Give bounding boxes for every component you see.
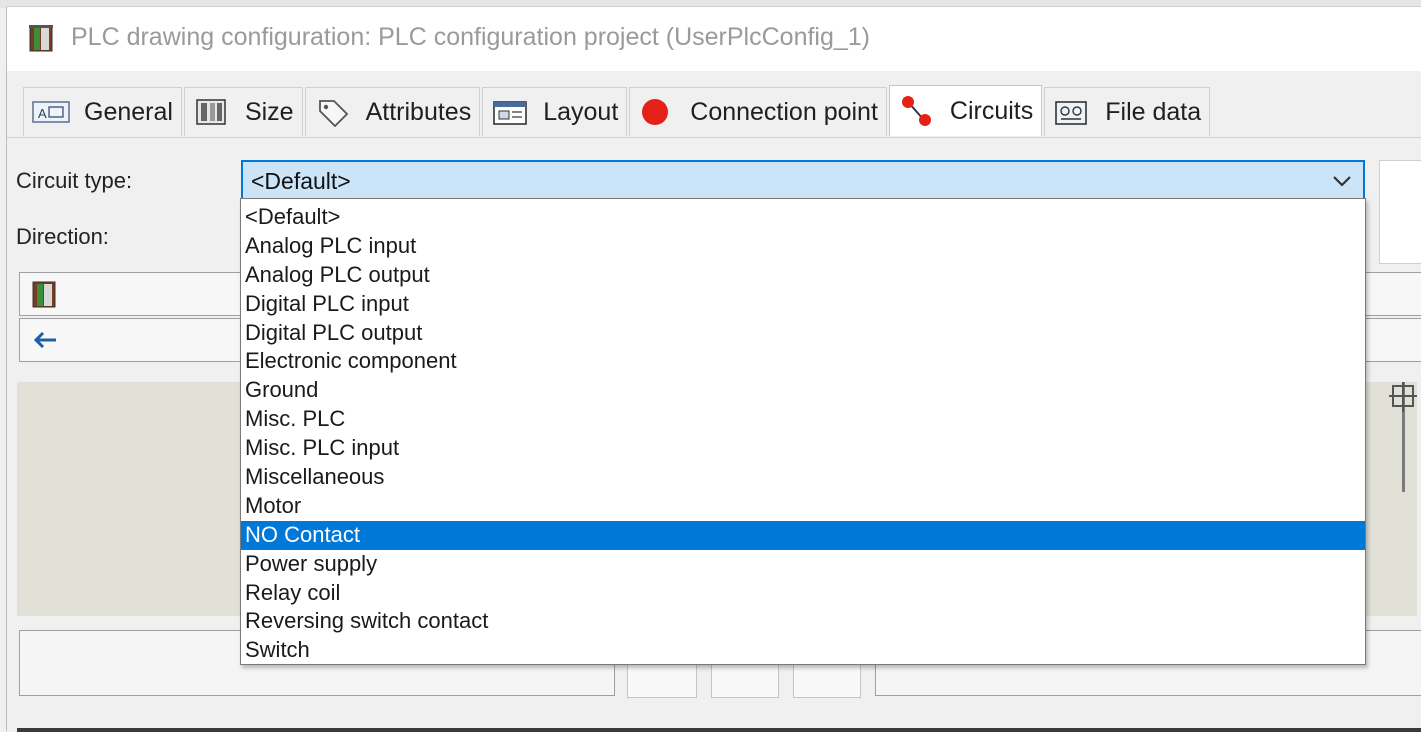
part-selector-end: [1365, 272, 1421, 316]
layout-icon: [491, 97, 529, 127]
title-bar: PLC drawing configuration: PLC configura…: [7, 7, 1421, 71]
tab-label: General: [84, 97, 173, 126]
tab-label: Layout: [543, 97, 619, 126]
dropdown-option[interactable]: Ground: [241, 376, 1365, 405]
side-preview-box: [1379, 160, 1421, 264]
size-icon: [193, 97, 231, 127]
tab-strip: A General Size Attributes Layout Connect…: [23, 85, 1212, 137]
tab-label: Attributes: [365, 97, 472, 126]
chevron-down-icon[interactable]: [1331, 172, 1353, 190]
circuit-type-dropdown-list[interactable]: <Default> Analog PLC input Analog PLC outp…: [240, 198, 1366, 665]
svg-text:A: A: [38, 106, 47, 121]
dropdown-option[interactable]: Electronic component: [241, 347, 1365, 376]
dropdown-option[interactable]: Motor: [241, 492, 1365, 521]
circuit-type-combobox[interactable]: <Default>: [241, 160, 1365, 202]
direction-selector-end: [1365, 318, 1421, 362]
tab-label: Circuits: [949, 96, 1034, 125]
tab-connection-point[interactable]: Connection point: [629, 87, 887, 136]
dropdown-option[interactable]: Miscellaneous: [241, 463, 1365, 492]
circuit-icon: [898, 96, 936, 126]
part-selector[interactable]: [19, 272, 259, 316]
dropdown-option[interactable]: Reversing switch contact: [241, 607, 1365, 636]
tab-file-data[interactable]: File data: [1044, 87, 1211, 136]
tab-label: File data: [1105, 97, 1202, 126]
window-title: PLC drawing configuration: PLC configura…: [71, 23, 871, 51]
dropdown-option[interactable]: <Default>: [241, 203, 1365, 232]
tab-size[interactable]: Size: [183, 87, 303, 136]
tag-icon: [314, 97, 352, 127]
dropdown-option[interactable]: Relay coil: [241, 579, 1365, 608]
plc-book-icon: [29, 25, 53, 52]
general-icon: A: [32, 97, 70, 127]
tab-label: Connection point: [690, 97, 878, 126]
tab-attributes[interactable]: Attributes: [304, 87, 481, 136]
dropdown-option[interactable]: Analog PLC input: [241, 232, 1365, 261]
direction-label: Direction:: [16, 224, 109, 249]
bottom-divider: [17, 728, 1421, 732]
tab-general[interactable]: A General: [23, 87, 182, 136]
dropdown-option[interactable]: NO Contact: [241, 520, 1365, 550]
tab-circuits[interactable]: Circuits: [888, 85, 1043, 136]
dropdown-option[interactable]: Power supply: [241, 550, 1365, 579]
tab-layout[interactable]: Layout: [482, 87, 628, 136]
arrow-left-icon: [33, 331, 56, 349]
dropdown-option[interactable]: Analog PLC output: [241, 261, 1365, 290]
crosshair-icon: [1389, 382, 1417, 412]
dropdown-option[interactable]: Switch: [241, 636, 1365, 665]
circuit-type-value: <Default>: [251, 167, 351, 194]
dropdown-option[interactable]: Digital PLC input: [241, 290, 1365, 319]
direction-selector[interactable]: [19, 318, 259, 362]
dropdown-option[interactable]: Digital PLC output: [241, 319, 1365, 348]
dropdown-option[interactable]: Misc. PLC input: [241, 434, 1365, 463]
file-data-icon: [1053, 97, 1091, 127]
tab-label: Size: [244, 97, 294, 126]
red-dot-icon: [638, 97, 676, 127]
circuit-type-label: Circuit type:: [16, 168, 133, 193]
dropdown-option[interactable]: Misc. PLC: [241, 405, 1365, 434]
plc-book-icon: [32, 281, 56, 308]
